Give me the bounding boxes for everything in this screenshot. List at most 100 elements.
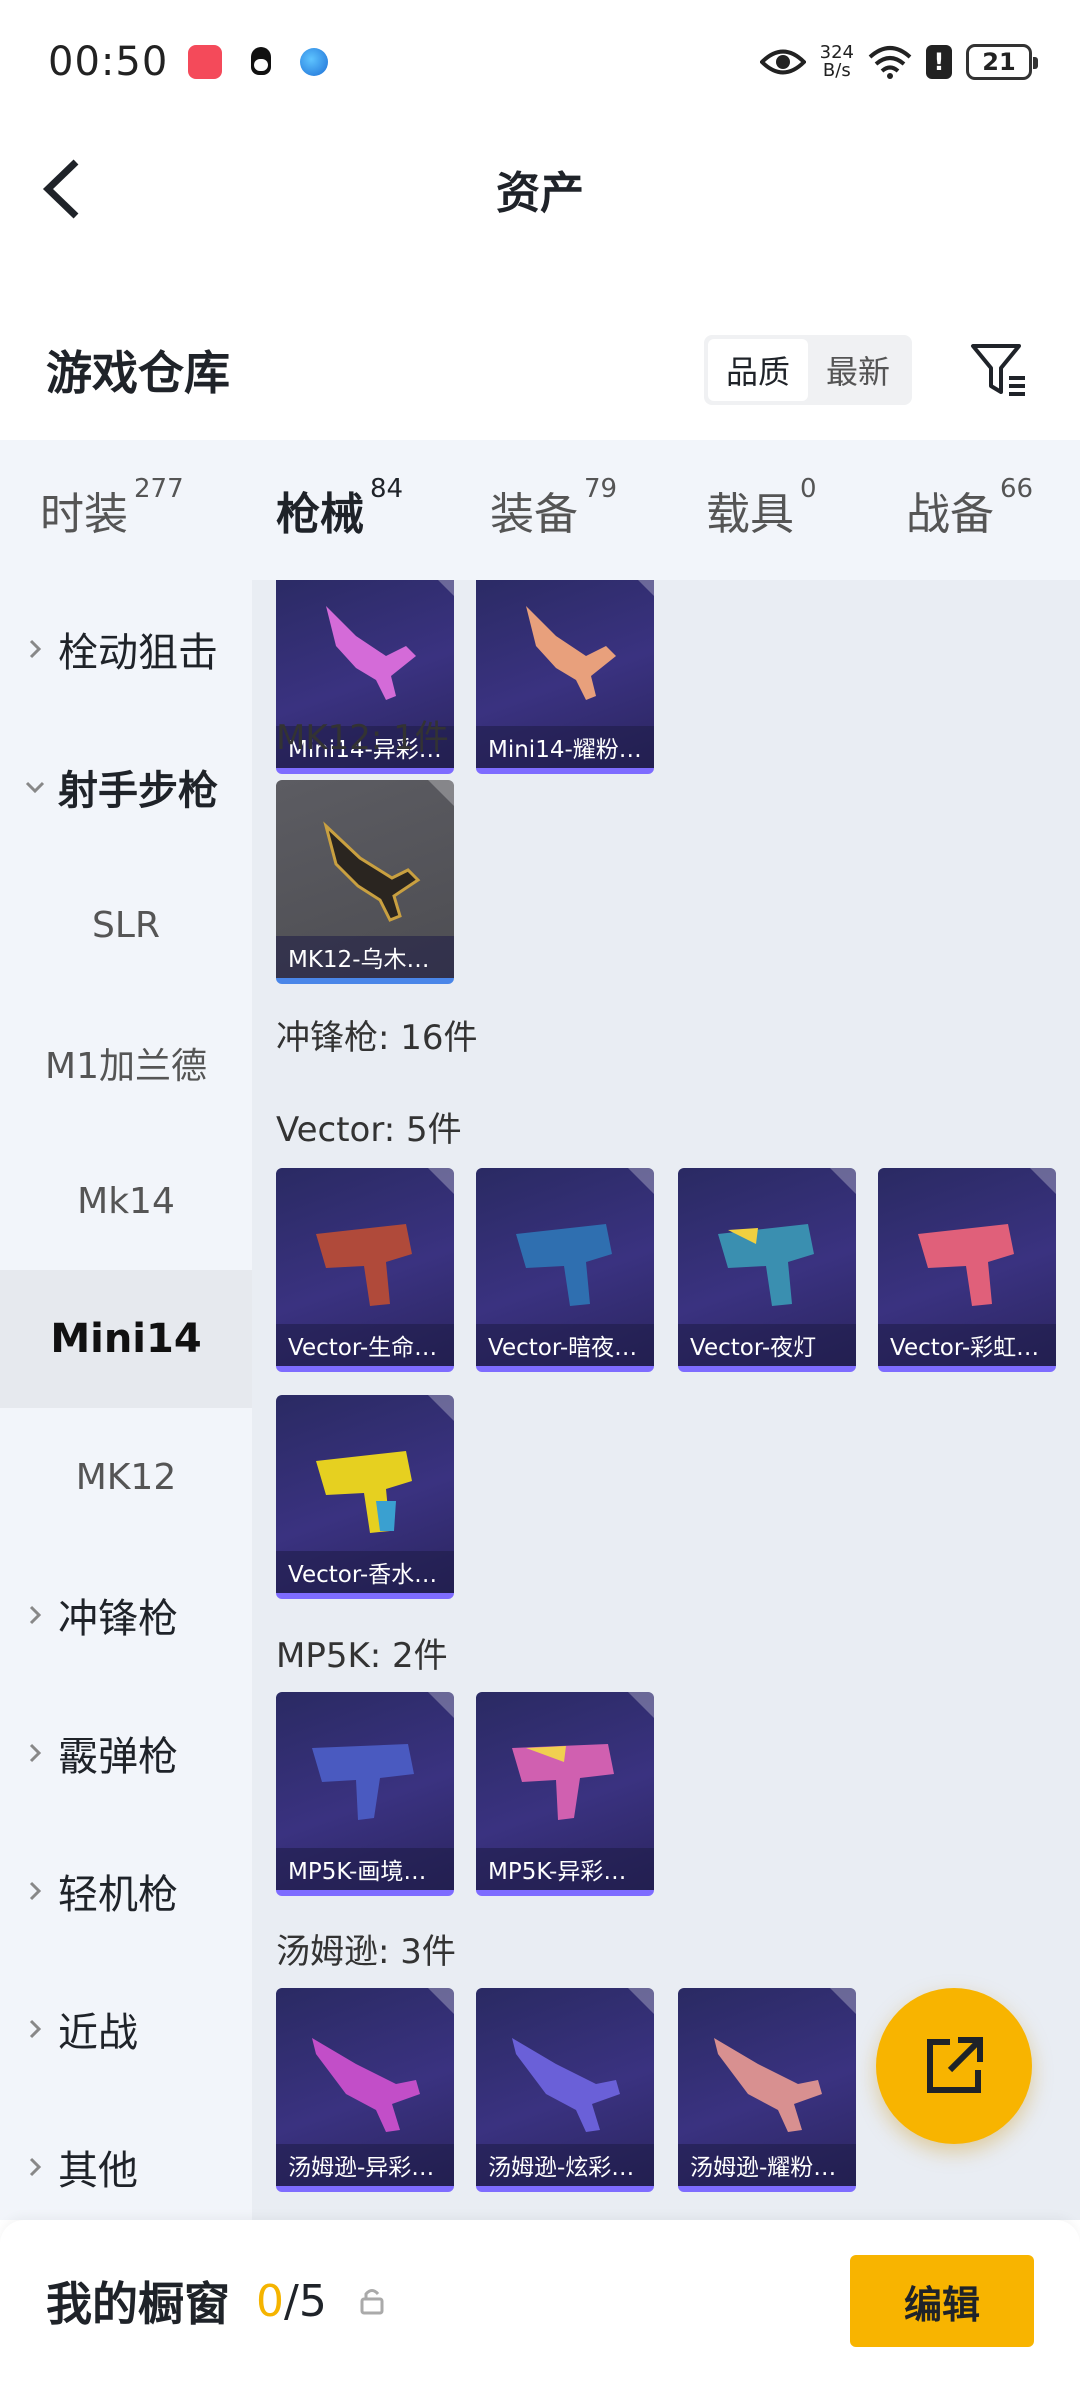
weapon-card-label: MP5K-画境…: [276, 1848, 454, 1890]
sort-newest-button[interactable]: 最新: [808, 339, 908, 401]
sidebar-item-other[interactable]: 其他: [0, 2098, 252, 2236]
weapon-card[interactable]: Vector-夜灯: [678, 1168, 856, 1372]
red-app-icon: [188, 45, 223, 79]
sidebar-item-shotgun[interactable]: 霰弹枪: [0, 1684, 252, 1822]
gun-image-icon: [526, 606, 616, 700]
tab-fashion[interactable]: 时装 277: [40, 474, 184, 542]
weapon-card[interactable]: MP5K-画境…: [276, 1692, 454, 1896]
sidebar-item-mini14[interactable]: Mini14: [0, 1270, 252, 1408]
chevron-right-icon: [29, 639, 42, 659]
weapon-card-label: MP5K-异彩…: [476, 1848, 654, 1890]
weapon-card[interactable]: Vector-香水…: [276, 1395, 454, 1599]
gun-image-icon: [316, 1451, 412, 1533]
weapon-category-sidebar: 栓动狙击 射手步枪 SLR M1加兰德 Mk14 Mini14 MK12 冲锋枪…: [0, 580, 252, 2220]
weapon-card-label: Vector-生命…: [276, 1324, 454, 1366]
gun-image-icon: [512, 1744, 614, 1820]
tab-count: 66: [1000, 474, 1034, 504]
sidebar-item-label: 其他: [58, 2148, 138, 2194]
weapon-list: Mini14-异彩… Mini14-耀粉… MK12: 1件 MK12-乌木… …: [252, 580, 1080, 2220]
globe-icon: [300, 48, 329, 76]
tab-count: 79: [584, 474, 618, 504]
tab-label: 战备: [906, 489, 994, 540]
chevron-right-icon: [29, 2019, 42, 2039]
tab-equipment[interactable]: 装备 79: [490, 474, 617, 542]
tab-vehicles[interactable]: 载具 0: [706, 474, 817, 542]
gun-image-icon: [312, 2038, 420, 2132]
gun-image-icon: [312, 1744, 414, 1820]
gun-image-icon: [323, 821, 421, 922]
showcase-total: /5: [284, 2275, 327, 2327]
group-title-smg: 冲锋枪: 16件: [276, 1018, 478, 1058]
status-bar: 00:50 324 B/s ! 21: [0, 0, 1080, 124]
weapon-card-label: 汤姆逊-异彩…: [276, 2144, 454, 2186]
back-arrow-icon[interactable]: [40, 156, 100, 222]
sidebar-item-label: M1加兰德: [45, 1046, 207, 1087]
weapon-card-label: 汤姆逊-炫彩…: [476, 2144, 654, 2186]
battery-icon: 21: [966, 44, 1038, 80]
showcase-count: 0/5: [256, 2276, 327, 2327]
net-speed-unit: B/s: [822, 60, 851, 81]
sort-toggle: 品质 最新: [703, 335, 912, 405]
status-time: 00:50: [48, 39, 169, 85]
tab-label: 时装: [40, 489, 128, 540]
chevron-down-icon: [25, 781, 45, 794]
sidebar-item-bolt-sniper[interactable]: 栓动狙击: [0, 580, 252, 718]
notification-icons: [188, 45, 329, 79]
sidebar-item-label: 冲锋枪: [58, 1596, 178, 1642]
tab-guns[interactable]: 枪械 84: [276, 474, 403, 589]
weapon-card-label: 汤姆逊-耀粉…: [678, 2144, 856, 2186]
sidebar-item-melee[interactable]: 近战: [0, 1960, 252, 2098]
weapon-card[interactable]: Vector-生命…: [276, 1168, 454, 1372]
sidebar-item-mk12[interactable]: MK12: [0, 1408, 252, 1546]
weapon-card[interactable]: 汤姆逊-炫彩…: [476, 1988, 654, 2192]
chevron-right-icon: [29, 2157, 42, 2177]
weapon-card[interactable]: Vector-彩虹…: [878, 1168, 1056, 1372]
gun-image-icon: [316, 1224, 412, 1306]
share-button[interactable]: [876, 1988, 1032, 2144]
chevron-right-icon: [29, 1881, 42, 1901]
chevron-right-icon: [29, 1743, 42, 1763]
weapon-card-label: MK12-乌木…: [276, 936, 454, 978]
gun-image-icon: [718, 1224, 814, 1306]
edit-button[interactable]: 编辑: [850, 2255, 1034, 2347]
gun-image-icon: [918, 1224, 1014, 1306]
tab-label: 装备: [490, 489, 578, 540]
status-right: 324 B/s ! 21: [759, 44, 1038, 81]
section-title: 游戏仓库: [46, 346, 230, 400]
battery-level: 21: [982, 48, 1016, 76]
group-title-vector: Vector: 5件: [276, 1110, 462, 1150]
weapon-card[interactable]: Vector-暗夜…: [476, 1168, 654, 1372]
gun-image-icon: [326, 606, 416, 700]
weapon-card[interactable]: 汤姆逊-异彩…: [276, 1988, 454, 2192]
tab-count: 84: [370, 474, 404, 504]
sort-quality-button[interactable]: 品质: [707, 339, 808, 401]
sidebar-item-label: SLR: [92, 904, 160, 946]
weapon-card[interactable]: MP5K-异彩…: [476, 1692, 654, 1896]
showcase-current: 0: [256, 2275, 284, 2327]
weapon-card[interactable]: MK12-乌木…: [276, 780, 454, 984]
sidebar-item-label: MK12: [75, 1456, 177, 1498]
weapon-card[interactable]: 汤姆逊-耀粉…: [678, 1988, 856, 2192]
sidebar-item-dmr[interactable]: 射手步枪: [0, 718, 252, 856]
weapon-card-label: Vector-夜灯: [678, 1324, 856, 1366]
sidebar-item-slr[interactable]: SLR: [0, 856, 252, 994]
sidebar-item-lmg[interactable]: 轻机枪: [0, 1822, 252, 1960]
sidebar-item-smg[interactable]: 冲锋枪: [0, 1546, 252, 1684]
tab-count: 277: [134, 474, 184, 504]
filter-icon: [971, 344, 1025, 396]
chevron-right-icon: [29, 1605, 42, 1625]
sidebar-item-label: 近战: [58, 2010, 138, 2056]
sidebar-item-mk14[interactable]: Mk14: [0, 1132, 252, 1270]
warehouse-header: 游戏仓库 品质 最新: [0, 330, 1080, 410]
wifi-icon: [868, 46, 912, 79]
group-title-mp5k: MP5K: 2件: [276, 1636, 448, 1676]
gun-image-icon: [714, 2038, 822, 2132]
lock-icon: [360, 2289, 384, 2315]
weapon-card[interactable]: Mini14-耀粉…: [476, 580, 654, 774]
weapon-card-label: Vector-彩虹…: [878, 1324, 1056, 1366]
tab-combat-supplies[interactable]: 战备 66: [906, 474, 1033, 542]
sidebar-item-m1-garand[interactable]: M1加兰德: [0, 994, 252, 1132]
nav-bar: 资产: [0, 124, 1080, 254]
gun-image-icon: [512, 2038, 620, 2132]
filter-button[interactable]: [964, 335, 1034, 405]
